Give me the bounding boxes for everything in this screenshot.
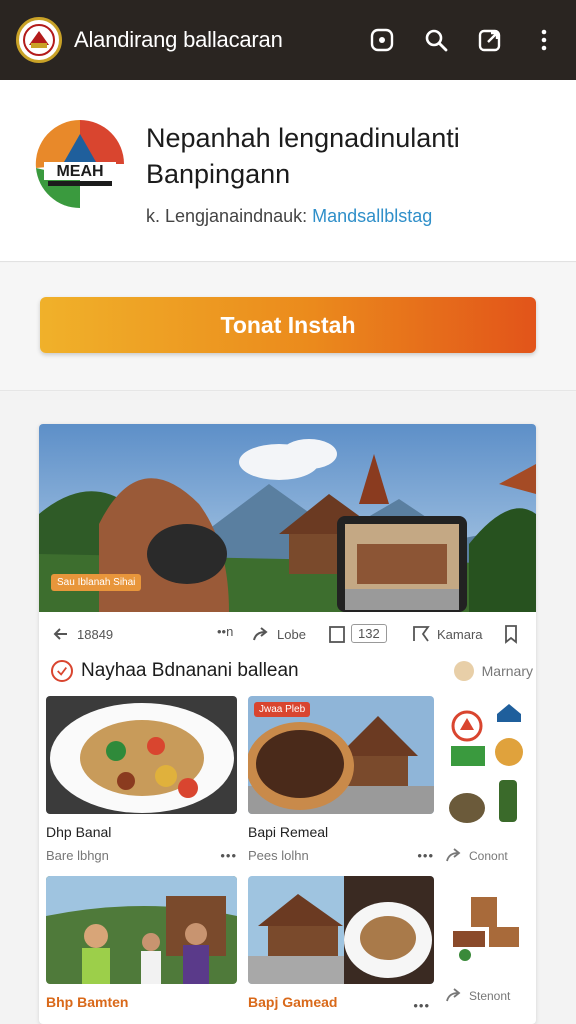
badge-icon[interactable] xyxy=(364,22,400,58)
profile-dot-icon xyxy=(453,661,474,681)
app-meta-label: k. Lengjanaindnauk: xyxy=(146,206,308,226)
more-dots[interactable]: ••n xyxy=(211,624,233,639)
hero-image[interactable]: Sau Iblanah Sihai xyxy=(39,424,536,612)
counter-chip[interactable]: 132 xyxy=(351,624,387,643)
tile-card[interactable]: Jwaa Pleb Bapi Remeal Pees lolhn ••• xyxy=(248,696,434,863)
tile-more-icon[interactable]: ••• xyxy=(413,998,430,1013)
app-meta: k. Lengjanaindnauk: Mandsallblstag xyxy=(146,206,432,227)
report-action[interactable]: Kamara xyxy=(411,624,483,644)
install-section: Tonat Instah xyxy=(0,263,576,391)
forward-arrow-icon xyxy=(446,988,461,1002)
top-app-bar: Alandirang ballacaran xyxy=(0,0,576,80)
tile-subtitle-row: Bare lbhgn ••• xyxy=(46,848,237,863)
developer-link[interactable]: Mandsallblstag xyxy=(312,206,432,226)
bookmark-box-action[interactable] xyxy=(327,624,347,644)
tile-subtitle: Bare lbhgn xyxy=(46,848,109,863)
side-food-image[interactable] xyxy=(445,879,525,975)
tile-image xyxy=(46,696,237,814)
tile-image xyxy=(46,876,237,984)
tile-title: Dhp Banal xyxy=(46,824,112,840)
section-header: Nayhaa Bdnanani ballean Marnary xyxy=(51,656,533,686)
side-mini-2[interactable]: Stenont xyxy=(445,987,525,1005)
section-more-link[interactable]: Marnary xyxy=(453,661,533,681)
tile-subtitle-row: ••• xyxy=(413,998,430,1013)
tile-image: Jwaa Pleb xyxy=(248,696,434,814)
section-title: Nayhaa Bdnanani ballean xyxy=(81,660,299,681)
app-name: Nepanhah lengnadinulanti Banpingann xyxy=(146,123,460,189)
tile-more-icon[interactable]: ••• xyxy=(417,848,434,863)
app-logo-text: MEAH xyxy=(56,163,103,180)
search-icon[interactable] xyxy=(418,22,454,58)
arrow-left-icon xyxy=(53,628,67,640)
side-mini-1-label: Conont xyxy=(469,849,508,863)
square-icon xyxy=(329,626,345,643)
brand-logo-icon[interactable] xyxy=(16,17,62,63)
report-action-label: Kamara xyxy=(437,626,483,642)
back-count: 18849 xyxy=(77,626,114,642)
share-icon[interactable] xyxy=(472,22,508,58)
action-row: 18849 ••n Lobe 132 Kamara xyxy=(39,614,536,654)
tile-title: Bapi Remeal xyxy=(248,824,329,840)
section-check-icon xyxy=(51,660,73,682)
tile-more-icon[interactable]: ••• xyxy=(220,848,237,863)
top-bar-title: Alandirang ballacaran xyxy=(74,27,283,52)
share-action-label: Lobe xyxy=(277,626,306,642)
tile-card[interactable]: Bhp Bamten xyxy=(46,876,237,1010)
app-header: MEAH Nepanhah lengnadinulanti Banpingann… xyxy=(0,80,576,262)
more-vert-icon[interactable] xyxy=(526,22,562,58)
hero-badge: Sau Iblanah Sihai xyxy=(51,574,142,591)
tile-subtitle-row: Pees lolhn ••• xyxy=(248,848,434,863)
tile-title: Bhp Bamten xyxy=(46,994,129,1010)
counter-value: 132 xyxy=(358,626,380,641)
side-mini-1[interactable]: Conont xyxy=(445,847,525,865)
tile-badge: Jwaa Pleb xyxy=(254,702,311,717)
tile-card[interactable]: Dhp Banal Bare lbhgn ••• xyxy=(46,696,237,863)
tile-image xyxy=(248,876,434,984)
bookmark-icon xyxy=(505,625,517,644)
share-action[interactable]: Lobe xyxy=(251,624,306,644)
tile-title: Bapj Gamead xyxy=(248,994,338,1010)
section-more-label: Marnary xyxy=(481,663,533,679)
app-logo: MEAH xyxy=(34,118,126,210)
tile-subtitle: Pees lolhn xyxy=(248,848,309,863)
back-action[interactable]: 18849 xyxy=(51,624,113,644)
side-mini-2-label: Stenont xyxy=(469,989,511,1003)
save-action[interactable] xyxy=(501,624,521,644)
side-column: Conont Stenont xyxy=(445,696,525,1005)
install-button[interactable]: Tonat Instah xyxy=(40,297,536,353)
tile-card[interactable]: Bapj Gamead ••• xyxy=(248,876,434,1013)
edit-flag-icon xyxy=(413,626,430,642)
forward-arrow-icon xyxy=(253,627,268,641)
side-logos[interactable] xyxy=(445,696,525,826)
forward-arrow-icon xyxy=(446,848,461,862)
more-dots-text: ••n xyxy=(217,624,234,639)
